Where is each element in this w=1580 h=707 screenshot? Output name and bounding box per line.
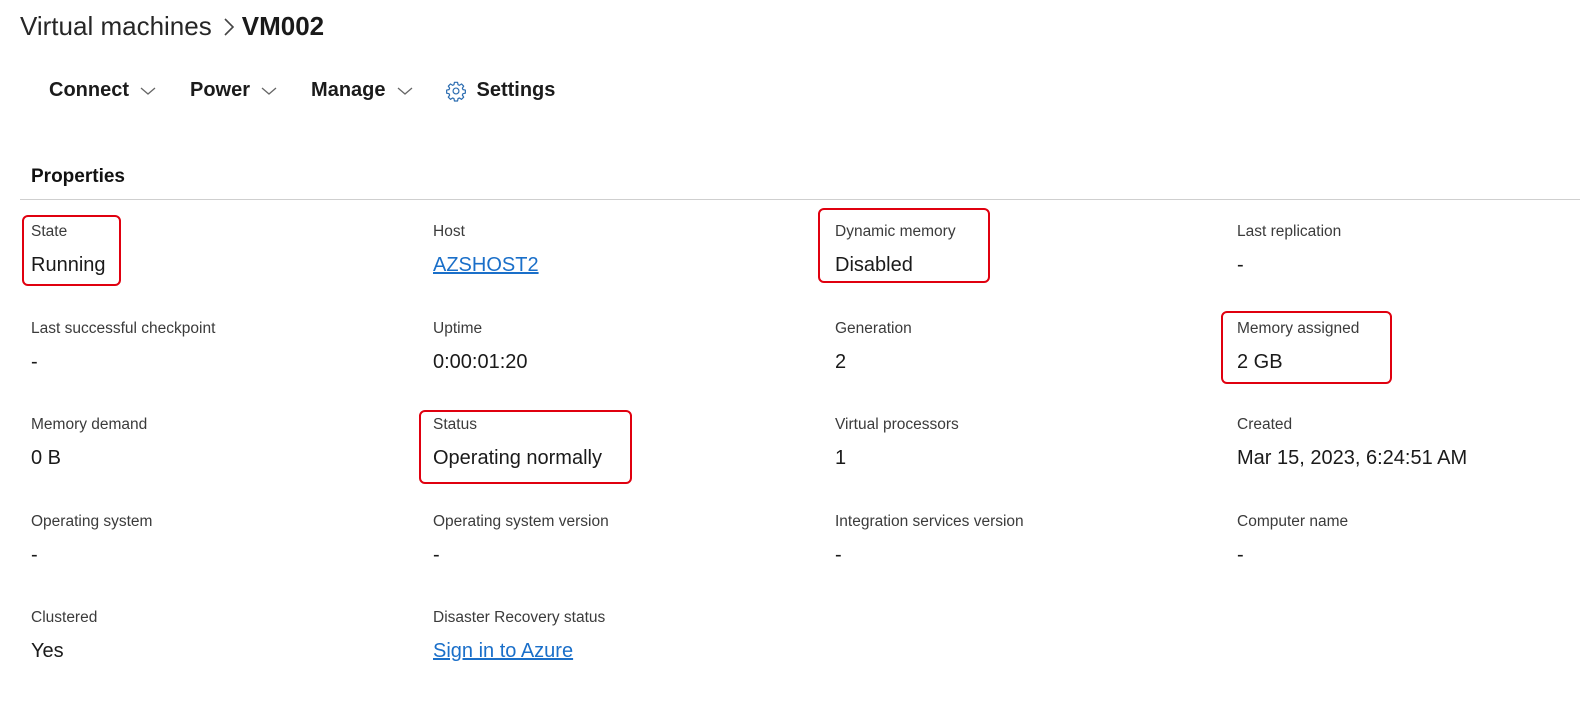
- connect-button-label: Connect: [49, 79, 129, 101]
- dynamic-memory-label: Dynamic memory: [835, 223, 956, 240]
- property-dynamic-memory: Dynamic memory Disabled: [835, 222, 1237, 319]
- property-integration-services: Integration services version -: [835, 512, 1237, 609]
- properties-grid: State Running Host AZSHOST2 Dynamic memo…: [31, 222, 1580, 705]
- computer-name-value: -: [1237, 543, 1244, 566]
- property-generation: Generation 2: [835, 319, 1237, 416]
- property-host: Host AZSHOST2: [433, 222, 835, 319]
- chevron-down-icon: [397, 86, 413, 96]
- operating-system-value: -: [31, 543, 38, 566]
- property-memory-demand: Memory demand 0 B: [31, 415, 433, 512]
- property-os-version: Operating system version -: [433, 512, 835, 609]
- power-menu-button[interactable]: Power: [190, 79, 277, 102]
- manage-button-label: Manage: [311, 79, 386, 101]
- last-checkpoint-label: Last successful checkpoint: [31, 319, 216, 337]
- created-value: Mar 15, 2023, 6:24:51 AM: [1237, 447, 1468, 469]
- connect-menu-button[interactable]: Connect: [49, 79, 156, 102]
- command-bar: Connect Power Manage Settings: [49, 79, 555, 102]
- section-divider: [20, 199, 1580, 200]
- property-created: Created Mar 15, 2023, 6:24:51 AM: [1237, 415, 1580, 512]
- host-label: Host: [433, 223, 465, 240]
- property-clustered: Clustered Yes: [31, 608, 433, 705]
- last-replication-value: -: [1237, 254, 1244, 276]
- property-state: State Running: [31, 222, 433, 319]
- property-computer-name: Computer name -: [1237, 512, 1580, 609]
- property-operating-system: Operating system -: [31, 512, 433, 609]
- property-memory-assigned: Memory assigned 2 GB: [1237, 319, 1580, 416]
- clustered-label: Clustered: [31, 609, 98, 626]
- chevron-down-icon: [261, 86, 277, 96]
- breadcrumb-virtual-machines-link[interactable]: Virtual machines: [20, 11, 212, 42]
- settings-button-label: Settings: [476, 79, 556, 101]
- os-version-label: Operating system version: [433, 512, 609, 530]
- properties-heading: Properties: [31, 166, 125, 187]
- created-label: Created: [1237, 416, 1293, 433]
- memory-assigned-label: Memory assigned: [1237, 319, 1360, 337]
- chevron-down-icon: [140, 86, 156, 96]
- gear-icon: [445, 80, 467, 102]
- memory-assigned-value: 2 GB: [1237, 350, 1283, 373]
- uptime-label: Uptime: [433, 319, 483, 337]
- page-title: VM002: [241, 11, 325, 41]
- last-replication-label: Last replication: [1237, 223, 1342, 240]
- property-status: Status Operating normally: [433, 415, 835, 512]
- sign-in-to-azure-link[interactable]: Sign in to Azure: [433, 639, 835, 663]
- status-value: Operating normally: [433, 447, 602, 469]
- property-virtual-processors: Virtual processors 1: [835, 415, 1237, 512]
- os-version-value: -: [433, 543, 440, 566]
- virtual-processors-label: Virtual processors: [835, 416, 959, 433]
- memory-demand-value: 0 B: [31, 447, 62, 469]
- generation-label: Generation: [835, 319, 912, 337]
- state-value: Running: [31, 254, 106, 276]
- property-last-replication: Last replication -: [1237, 222, 1580, 319]
- dr-status-label: Disaster Recovery status: [433, 609, 606, 626]
- property-last-checkpoint: Last successful checkpoint -: [31, 319, 433, 416]
- memory-demand-label: Memory demand: [31, 416, 148, 433]
- last-checkpoint-value: -: [31, 350, 38, 373]
- generation-value: 2: [835, 350, 847, 373]
- host-link[interactable]: AZSHOST2: [433, 253, 835, 277]
- breadcrumb: Virtual machines VM002: [20, 11, 324, 42]
- settings-button[interactable]: Settings: [445, 79, 556, 102]
- status-label: Status: [433, 416, 477, 433]
- integration-services-label: Integration services version: [835, 512, 1024, 530]
- computer-name-label: Computer name: [1237, 512, 1349, 530]
- property-uptime: Uptime 0:00:01:20: [433, 319, 835, 416]
- clustered-value: Yes: [31, 640, 64, 662]
- property-dr-status: Disaster Recovery status Sign in to Azur…: [433, 608, 835, 705]
- operating-system-label: Operating system: [31, 512, 153, 530]
- uptime-value: 0:00:01:20: [433, 350, 528, 373]
- power-button-label: Power: [190, 79, 251, 101]
- manage-menu-button[interactable]: Manage: [311, 79, 412, 102]
- virtual-processors-value: 1: [835, 447, 847, 469]
- chevron-right-icon: [222, 16, 236, 38]
- state-label: State: [31, 223, 68, 240]
- integration-services-value: -: [835, 543, 842, 566]
- dynamic-memory-value: Disabled: [835, 254, 913, 276]
